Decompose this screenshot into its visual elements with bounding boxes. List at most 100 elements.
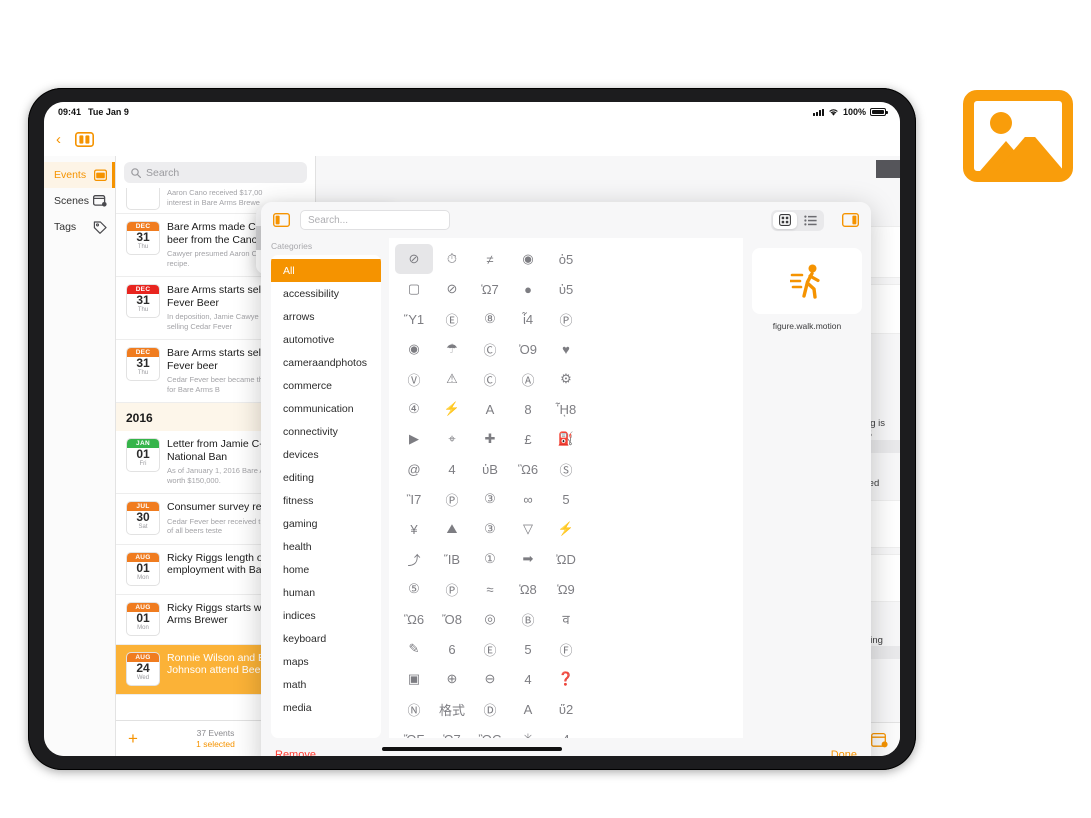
symbol-cell[interactable]: Ὡ9 (547, 574, 585, 604)
chevron-left-icon[interactable]: ‹ (56, 132, 61, 147)
category-item[interactable]: communication (271, 397, 381, 420)
symbol-cell[interactable]: Ὡ7 (433, 724, 471, 738)
symbol-cell[interactable]: ⚡ (433, 394, 471, 424)
symbol-cell[interactable]: Ὕ1 (395, 304, 433, 334)
symbol-cell[interactable]: ▶ (395, 424, 433, 454)
symbol-cell[interactable]: ◉ (395, 334, 433, 364)
category-item[interactable]: fitness (271, 489, 381, 512)
symbol-cell[interactable]: ✳ (509, 724, 547, 738)
symbol-cell[interactable]: ● (509, 274, 547, 304)
symbol-cell[interactable]: £ (509, 424, 547, 454)
symbol-cell[interactable]: Ⓟ (433, 484, 471, 514)
symbol-cell[interactable]: ≠ (471, 244, 509, 274)
category-item[interactable]: media (271, 696, 381, 719)
symbol-cell[interactable]: Ⓒ (471, 334, 509, 364)
list-view-icon[interactable] (798, 212, 822, 229)
category-item[interactable]: human (271, 581, 381, 604)
symbol-cell[interactable]: ⊘ (433, 274, 471, 304)
symbol-cell[interactable]: ❓ (547, 664, 585, 694)
symbol-cell[interactable]: Ⓝ (395, 694, 433, 724)
symbol-search-input[interactable]: Search... (300, 210, 450, 230)
symbol-cell[interactable]: ⤴ (395, 544, 433, 574)
sidebar-item-tags[interactable]: Tags (44, 214, 115, 240)
symbol-cell[interactable]: @ (395, 454, 433, 484)
symbol-cell[interactable]: ③ (471, 484, 509, 514)
category-item[interactable]: connectivity (271, 420, 381, 443)
category-item[interactable]: home (271, 558, 381, 581)
symbol-cell[interactable]: ὌF (395, 724, 433, 738)
sidebar-item-scenes[interactable]: Scenes (44, 188, 115, 214)
symbol-cell[interactable]: ⊖ (471, 664, 509, 694)
category-item[interactable]: health (271, 535, 381, 558)
category-item[interactable]: accessibility (271, 282, 381, 305)
category-item[interactable]: automotive (271, 328, 381, 351)
symbol-cell[interactable]: Ὣ6 (509, 454, 547, 484)
symbol-cell[interactable]: ⏱ (433, 244, 471, 274)
symbol-cell[interactable]: ☂ (433, 334, 471, 364)
symbol-cell[interactable]: Ὄ8 (433, 604, 471, 634)
category-item[interactable]: All (271, 259, 381, 282)
symbol-cell[interactable]: Ὣ6 (395, 604, 433, 634)
symbol-cell[interactable]: ὏A (509, 694, 547, 724)
symbol-cell[interactable]: ♥ (547, 334, 585, 364)
symbol-cell[interactable]: Ὡ8 (509, 574, 547, 604)
symbol-cell[interactable]: ὆4 (433, 454, 471, 484)
symbol-cell[interactable]: ① (471, 544, 509, 574)
symbol-cell[interactable]: ὎5 (547, 484, 585, 514)
symbol-cell[interactable]: ▽ (509, 514, 547, 544)
category-item[interactable]: devices (271, 443, 381, 466)
calendar-badge-icon[interactable] (868, 729, 890, 751)
sidebar-right-icon[interactable] (842, 213, 859, 227)
symbol-cell[interactable]: ③ (471, 514, 509, 544)
symbol-cell[interactable]: Ὀ9 (509, 334, 547, 364)
category-item[interactable]: gaming (271, 512, 381, 535)
symbol-cell[interactable]: ⛰ (433, 514, 471, 544)
symbol-cell[interactable]: ⊕ (433, 664, 471, 694)
symbol-cell[interactable]: ⑧ (471, 304, 509, 334)
year-tab-prev[interactable] (876, 160, 900, 178)
symbol-cell[interactable]: ⌖ (433, 424, 471, 454)
symbol-cell[interactable]: ὨD (547, 544, 585, 574)
symbol-cell[interactable]: ④ (395, 394, 433, 424)
symbol-cell[interactable]: ⚡ (547, 514, 585, 544)
symbol-cell[interactable]: व (547, 604, 585, 634)
category-item[interactable]: math (271, 673, 381, 696)
category-item[interactable]: commerce (271, 374, 381, 397)
symbol-cell[interactable]: ὎6 (433, 634, 471, 664)
symbol-cell[interactable]: Ⓔ (433, 304, 471, 334)
sidebar-left-icon[interactable] (273, 213, 290, 227)
symbols-grid-area[interactable]: ⊘ ⏱ ≠ ◉ ὁ5 ▢ ⊘ Ὡ7 ● ὑ5 Ὕ1 Ⓔ ⑧ ἷ4 Ⓟ ◉ ☂ Ⓒ Ὀ9 ♥ Ⓥ ⚠ Ⓒ Ⓐ ⚙ ④ ⚡ ὏A ὚8 ᾟ8 ▶… (389, 238, 743, 738)
symbol-cell[interactable]: ἷ4 (509, 304, 547, 334)
symbol-cell[interactable]: ἽB (433, 544, 471, 574)
symbol-cell[interactable]: 格式 (433, 694, 471, 724)
category-item[interactable]: arrows (271, 305, 381, 328)
category-item[interactable]: editing (271, 466, 381, 489)
symbol-cell[interactable]: ✎ (395, 634, 433, 664)
category-item[interactable]: indices (271, 604, 381, 627)
symbol-cell[interactable]: ὚8 (509, 394, 547, 424)
category-item[interactable]: cameraandphotos (271, 351, 381, 374)
symbol-cell[interactable]: Ⓑ (509, 604, 547, 634)
symbol-cell[interactable]: Ⓔ (471, 634, 509, 664)
symbol-cell[interactable]: ◎ (471, 604, 509, 634)
plus-icon[interactable]: + (128, 729, 162, 749)
symbol-cell[interactable]: Ⓒ (471, 364, 509, 394)
symbol-cell[interactable]: ▣ (395, 664, 433, 694)
symbol-cell[interactable]: ὏A (471, 394, 509, 424)
symbol-cell[interactable]: ᾟ8 (547, 394, 585, 424)
symbol-cell[interactable]: ὆4 (547, 724, 585, 738)
symbol-cell[interactable]: Ⓐ (509, 364, 547, 394)
symbol-cell[interactable]: ◉ (509, 244, 547, 274)
symbol-cell[interactable]: ὁ5 (547, 244, 585, 274)
done-button[interactable]: Done (831, 749, 857, 756)
symbol-cell[interactable]: ὕ2 (547, 694, 585, 724)
symbol-cell[interactable]: ὑ5 (547, 274, 585, 304)
symbol-cell[interactable]: Ⓓ (471, 694, 509, 724)
symbol-cell[interactable]: ὆5 (509, 634, 547, 664)
sidebar-icon[interactable] (75, 132, 94, 147)
symbol-cell[interactable]: ∞ (509, 484, 547, 514)
symbol-cell[interactable]: ▢ (395, 274, 433, 304)
symbol-cell[interactable]: ⚙ (547, 364, 585, 394)
symbol-cell[interactable]: Ⓥ (395, 364, 433, 394)
symbol-cell[interactable]: ≈ (471, 574, 509, 604)
